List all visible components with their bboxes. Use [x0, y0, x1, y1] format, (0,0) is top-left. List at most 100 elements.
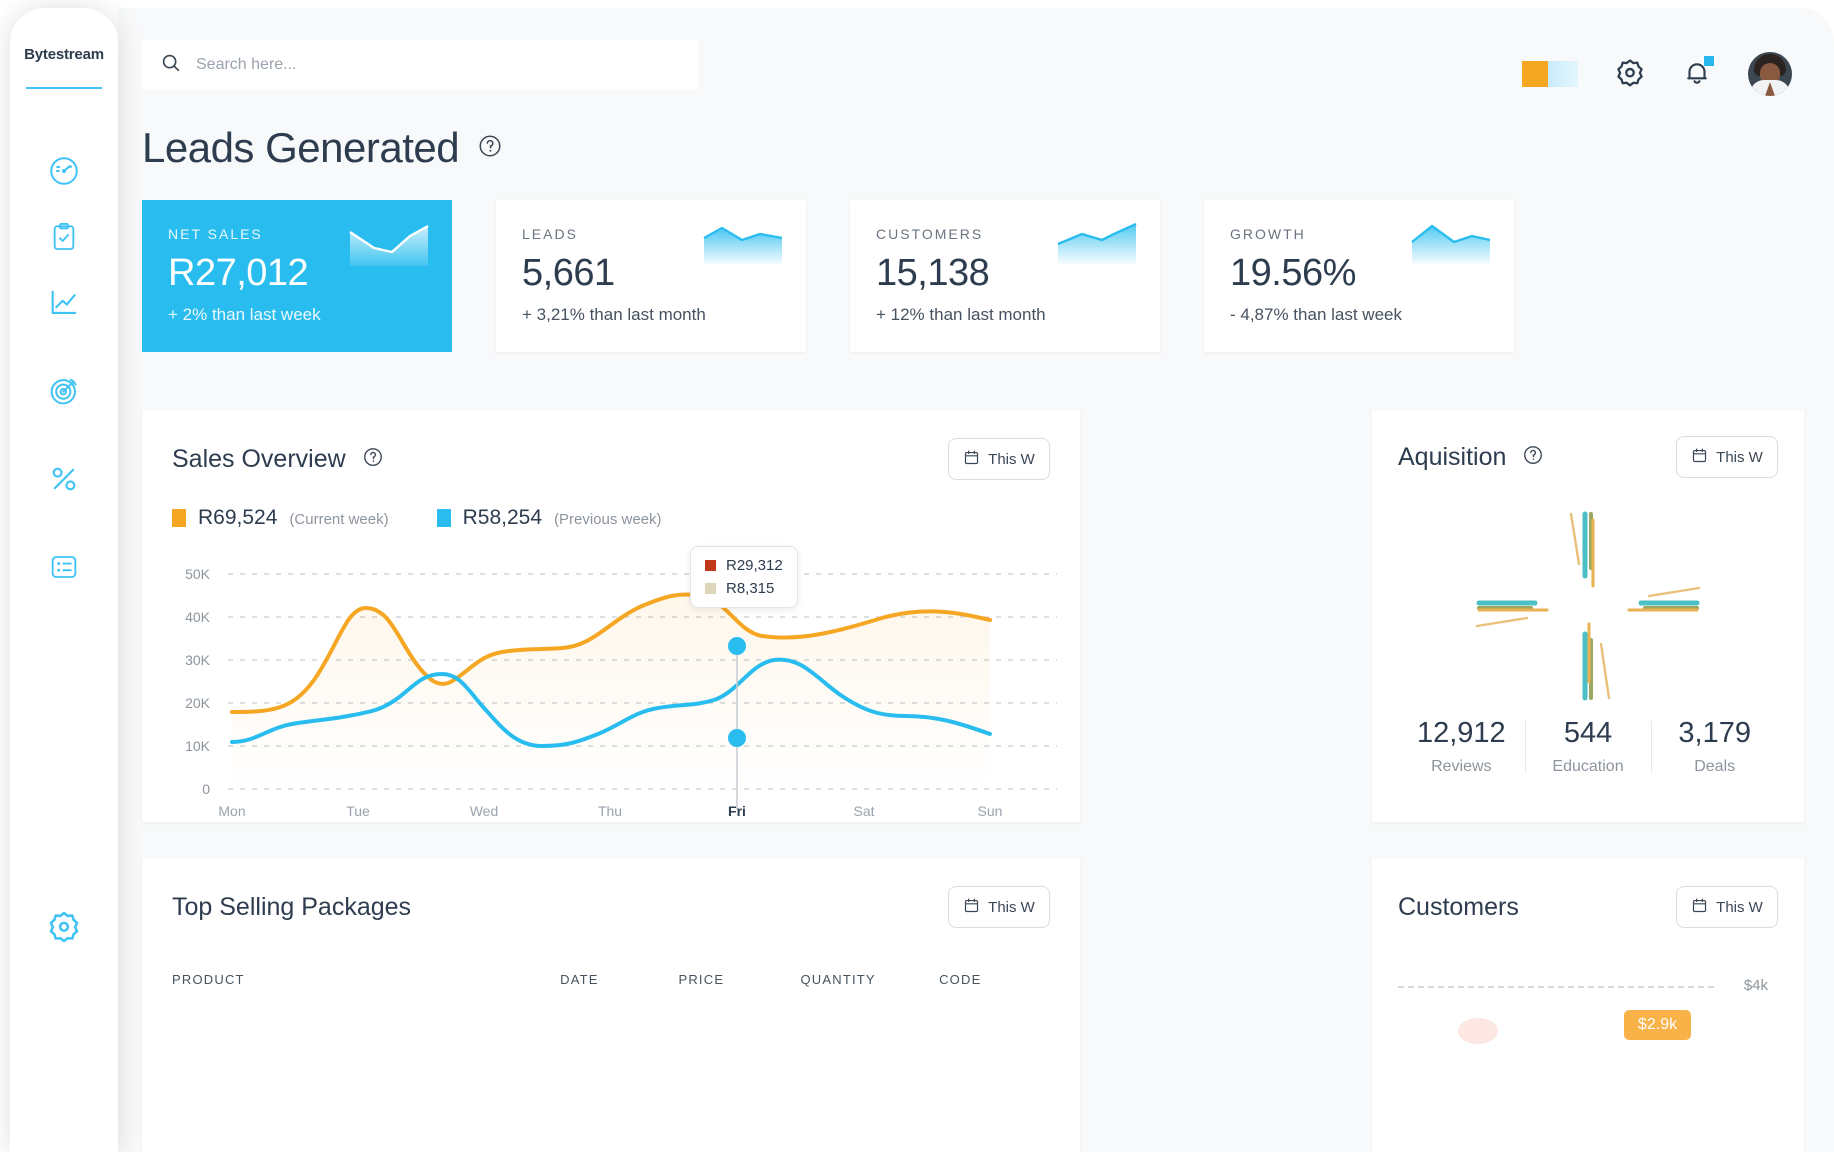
sparkline-icon: [348, 222, 430, 273]
x-tick-sun: Sun: [978, 803, 1003, 819]
sparkline-icon: [1056, 222, 1138, 273]
sales-line-chart[interactable]: 50K 40K 30K 20K 10K 0 Mon Tue Wed Thu Fr…: [142, 546, 1080, 822]
avatar[interactable]: [1748, 52, 1792, 96]
tooltip-swatch: [705, 560, 716, 571]
date-filter-label: This W: [1716, 448, 1763, 466]
topbar: [118, 8, 1834, 118]
panel-title-row: Aquisition: [1398, 443, 1544, 472]
date-filter-label: This W: [988, 450, 1035, 468]
hover-point-current: [728, 637, 746, 655]
customers-panel: Customers This W $4k $2.9k: [1372, 858, 1804, 1152]
brand-divider: [26, 87, 102, 89]
panel-header: Customers This W: [1398, 886, 1778, 928]
acq-stat-value: 544: [1563, 717, 1613, 749]
legend-item-previous[interactable]: R58,254 (Previous week): [436, 506, 662, 530]
search-bar[interactable]: [142, 40, 698, 90]
question-circle-icon[interactable]: [1522, 444, 1544, 471]
date-filter-sales[interactable]: This W: [948, 438, 1050, 480]
date-filter-customers[interactable]: This W: [1676, 886, 1778, 928]
legend-value: R69,524: [198, 506, 278, 529]
panel-title: Top Selling Packages: [172, 892, 412, 921]
kpi-card-net-sales[interactable]: NET SALES R27,012 + 2% than last week: [142, 200, 452, 352]
calendar-icon: [963, 449, 980, 470]
sidebar-item-settings[interactable]: [36, 898, 92, 954]
line-chart-icon: [47, 286, 81, 320]
acq-stat-reviews: 12,912 Reviews: [1398, 717, 1525, 776]
calendar-icon: [1691, 897, 1708, 918]
y-tick-40k: 40K: [185, 609, 211, 625]
acq-stat-value: 3,179: [1678, 717, 1751, 749]
y-tick-20k: 20K: [185, 695, 211, 711]
notifications-button[interactable]: [1682, 55, 1714, 92]
sidebar-item-goals[interactable]: [36, 363, 92, 419]
sidebar-item-dashboard[interactable]: [36, 143, 92, 199]
panel-header: Top Selling Packages This W: [172, 886, 1050, 928]
brand-logo: Bytestream: [24, 46, 104, 63]
y-tick-10k: 10K: [185, 738, 211, 754]
panel-header: Sales Overview This W: [172, 438, 1050, 480]
date-filter-top-selling[interactable]: This W: [948, 886, 1050, 928]
legend-note: (Previous week): [554, 511, 662, 528]
legend-note: (Current week): [289, 511, 389, 528]
x-tick-tue: Tue: [346, 803, 370, 819]
date-filter-label: This W: [1716, 898, 1763, 916]
sidebar-item-discounts[interactable]: [36, 451, 92, 507]
theme-toggle[interactable]: [1522, 61, 1578, 87]
acquisition-burst-chart[interactable]: [1372, 506, 1804, 706]
acq-stat-caption: Education: [1552, 758, 1624, 775]
column-header-code: CODE: [939, 972, 982, 987]
gear-icon: [46, 908, 82, 944]
page-title: Leads Generated: [142, 124, 460, 171]
sidebar-nav: [36, 143, 92, 627]
panel-title-row: Sales Overview: [172, 445, 384, 474]
sidebar-item-analytics[interactable]: [36, 275, 92, 331]
sparkline-icon: [702, 222, 784, 271]
settings-button[interactable]: [1614, 56, 1646, 93]
tooltip-row-1: R29,312: [705, 557, 783, 574]
column-header-product: PRODUCT: [172, 972, 245, 987]
kpi-delta: + 3,21% than last month: [522, 305, 706, 324]
date-filter-acquisition[interactable]: This W: [1676, 436, 1778, 478]
date-filter-label: This W: [988, 898, 1035, 916]
sales-overview-panel: Sales Overview This W R69,524 (Current w…: [142, 410, 1080, 822]
panel-header: Aquisition This W: [1398, 436, 1778, 478]
legend-swatch: [436, 509, 451, 527]
tooltip-row-2: R8,315: [705, 580, 783, 597]
customers-value-badge: $2.9k: [1624, 1010, 1692, 1040]
column-header-quantity: QUANTITY: [800, 972, 876, 987]
customers-gridline: [1398, 986, 1714, 988]
x-tick-fri: Fri: [728, 803, 746, 819]
column-header-date: DATE: [560, 972, 599, 987]
chart-legend: R69,524 (Current week) R58,254 (Previous…: [172, 506, 1050, 530]
kpi-card-leads[interactable]: LEADS 5,661 + 3,21% than last month: [496, 200, 806, 352]
question-circle-icon[interactable]: [362, 446, 384, 473]
gear-icon: [1614, 56, 1646, 93]
percent-icon: [47, 462, 81, 496]
customers-chart[interactable]: $4k $2.9k: [1398, 972, 1778, 1152]
toggle-knob: [1522, 61, 1548, 87]
kpi-card-customers[interactable]: CUSTOMERS 15,138 + 12% than last month: [850, 200, 1160, 352]
panel-title: Customers: [1398, 892, 1519, 921]
column-header-price: PRICE: [678, 972, 725, 987]
y-tick-0: 0: [202, 781, 210, 797]
acq-stat-value: 12,912: [1416, 717, 1506, 749]
acq-stat-caption: Deals: [1694, 758, 1736, 775]
y-tick-30k: 30K: [185, 652, 211, 668]
acq-stat-caption: Reviews: [1431, 758, 1492, 775]
x-tick-mon: Mon: [218, 803, 245, 819]
x-tick-thu: Thu: [598, 803, 622, 819]
main-content: Leads Generated NET SALES R27,012 + 2% t…: [118, 8, 1834, 1152]
sparkline-icon: [1410, 222, 1492, 271]
panel-title: Sales Overview: [172, 444, 346, 473]
table-header-row: PRODUCT DATE PRICE QUANTITY CODE: [172, 972, 1050, 987]
sidebar-item-tasks[interactable]: [36, 209, 92, 265]
kpi-card-growth[interactable]: GROWTH 19.56% - 4,87% than last week: [1204, 200, 1514, 352]
legend-item-current[interactable]: R69,524 (Current week): [172, 506, 389, 530]
acquisition-panel: Aquisition This W 12,912 Reviews 544 Edu…: [1372, 410, 1804, 822]
question-circle-icon[interactable]: [477, 133, 503, 164]
sidebar-item-reports[interactable]: [36, 539, 92, 595]
acq-stat-education: 544 Education: [1524, 717, 1652, 776]
search-input[interactable]: [196, 56, 680, 74]
search-icon: [160, 52, 182, 79]
kpi-delta: + 2% than last week: [168, 305, 321, 324]
